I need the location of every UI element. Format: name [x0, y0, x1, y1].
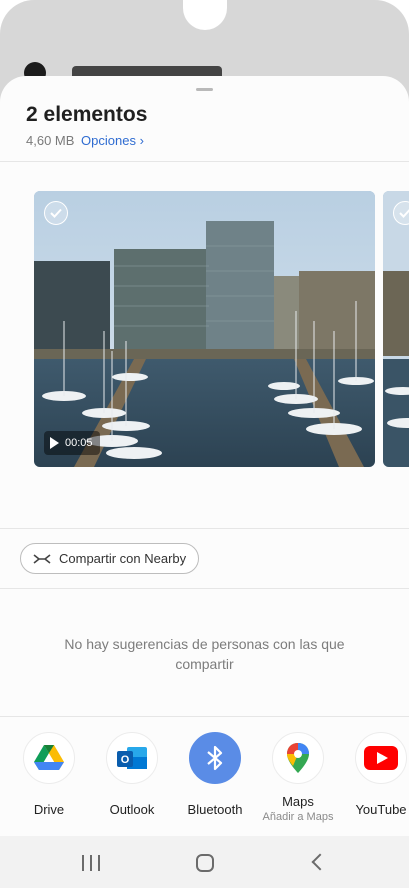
- video-duration-badge: 00:05: [44, 431, 100, 455]
- media-thumbnail[interactable]: 00:05: [34, 191, 375, 467]
- duration-text: 00:05: [65, 437, 93, 449]
- outlook-icon: O: [106, 732, 158, 784]
- nearby-share-button[interactable]: Compartir con Nearby: [20, 543, 200, 574]
- navigation-bar: [0, 836, 409, 888]
- app-sublabel: Añadir a Maps: [262, 811, 334, 823]
- google-drive-icon: [23, 732, 75, 784]
- drag-handle[interactable]: [196, 88, 213, 91]
- select-checkbox[interactable]: [44, 201, 68, 225]
- recents-icon[interactable]: [82, 855, 100, 871]
- app-label: Outlook: [109, 802, 155, 817]
- chevron-right-icon: ›: [139, 133, 144, 148]
- app-outlook[interactable]: O Outlook: [87, 732, 177, 817]
- harbor-photo: [34, 191, 375, 467]
- google-maps-icon: [272, 732, 324, 784]
- app-label: Maps: [282, 794, 314, 809]
- check-icon: [50, 208, 62, 218]
- media-thumbnail[interactable]: [383, 191, 409, 467]
- options-label: Opciones: [81, 133, 136, 148]
- divider: [0, 716, 409, 717]
- nearby-label: Compartir con Nearby: [59, 551, 187, 566]
- play-icon: [50, 437, 59, 449]
- app-drive[interactable]: Drive: [4, 732, 94, 817]
- app-label: Bluetooth: [187, 802, 243, 817]
- share-sheet: 2 elementos 4,60 MB Opciones › 00:05 Com…: [0, 76, 409, 888]
- selection-summary: 4,60 MB Opciones ›: [26, 133, 144, 148]
- app-bluetooth[interactable]: Bluetooth: [170, 732, 260, 817]
- options-link[interactable]: Opciones ›: [81, 133, 144, 148]
- svg-text:O: O: [121, 754, 130, 766]
- youtube-icon: [355, 732, 407, 784]
- divider: [0, 161, 409, 162]
- harbor-photo: [383, 191, 409, 467]
- divider: [0, 588, 409, 589]
- app-maps[interactable]: Maps Añadir a Maps: [253, 732, 343, 823]
- divider: [0, 528, 409, 529]
- app-label: Drive: [33, 802, 65, 817]
- check-icon: [399, 209, 409, 218]
- nearby-share-icon: [33, 553, 51, 564]
- home-icon[interactable]: [196, 854, 214, 872]
- camera-notch: [183, 0, 227, 30]
- page-title: 2 elementos: [26, 103, 148, 126]
- total-size: 4,60 MB: [26, 133, 75, 148]
- bluetooth-icon: [189, 732, 241, 784]
- app-youtube[interactable]: YouTube: [336, 732, 409, 817]
- app-row: Drive O Outlook Bluetooth Maps Añadir a …: [0, 732, 409, 842]
- app-label: YouTube: [355, 802, 407, 817]
- back-icon[interactable]: [311, 853, 329, 871]
- no-suggestions-text: No hay sugerencias de personas con las q…: [64, 636, 345, 672]
